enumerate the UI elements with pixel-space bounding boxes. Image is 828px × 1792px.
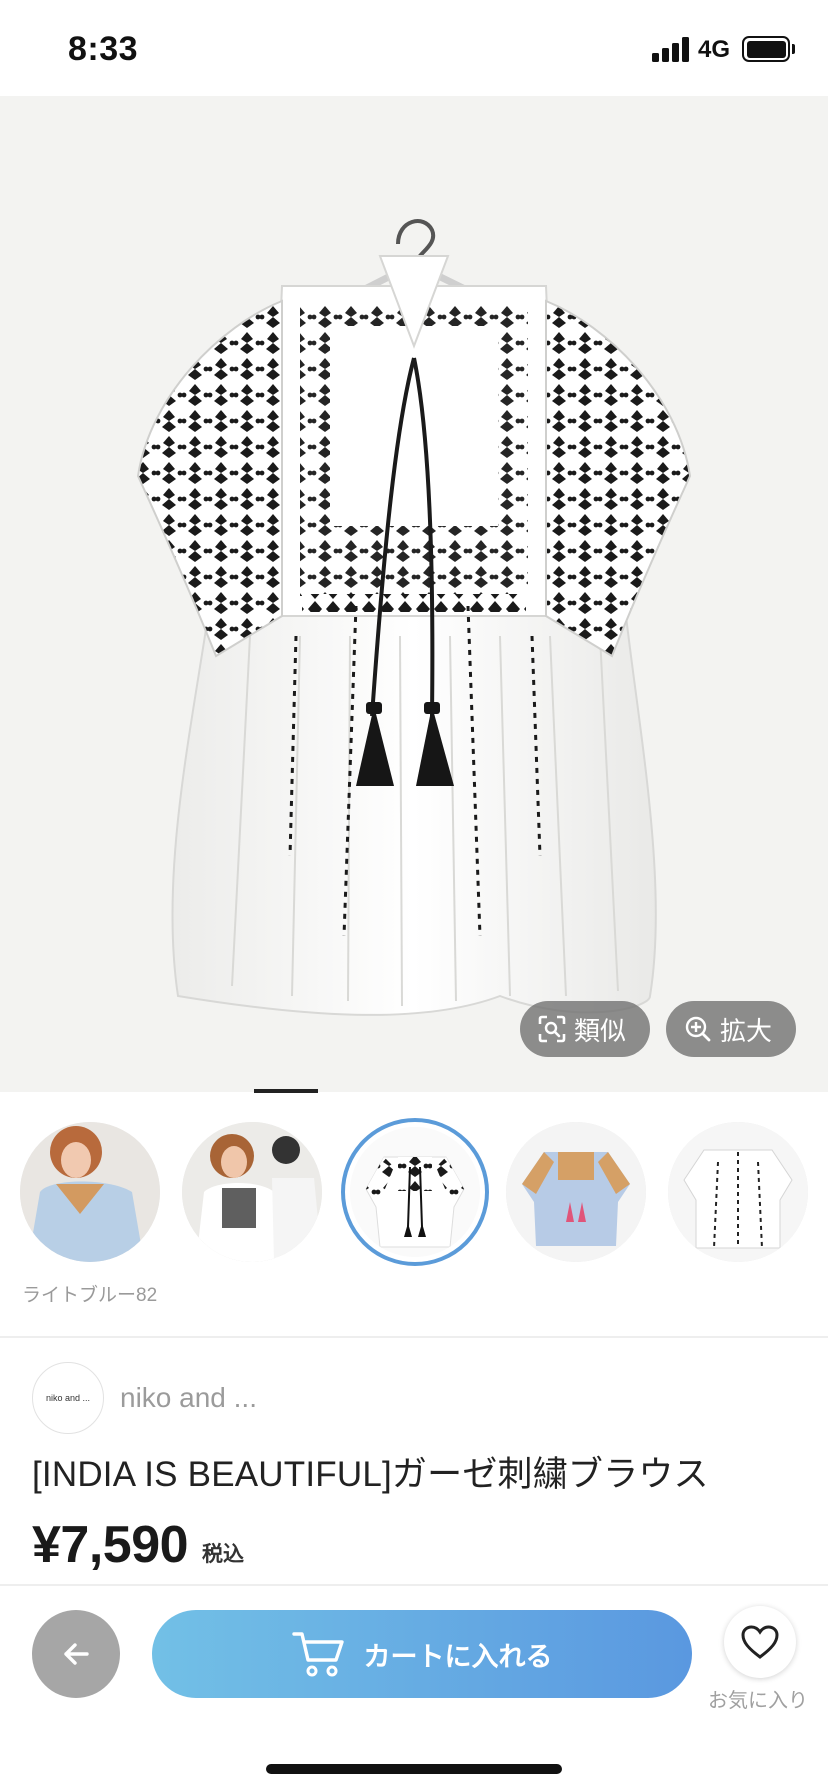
back-button[interactable] [32, 1610, 120, 1698]
thumbnail-strip: ライトブルー82 [0, 1110, 828, 1340]
scan-icon [538, 1015, 566, 1043]
status-time: 8:33 [68, 30, 139, 68]
home-indicator[interactable] [266, 1764, 562, 1774]
tax-label: 税込 [202, 1543, 244, 1566]
brand-name-link[interactable]: niko and ... [120, 1382, 257, 1414]
signal-icon [652, 36, 690, 62]
brand-logo-text: niko and ... [45, 1393, 91, 1403]
cart-icon [291, 1632, 344, 1677]
network-label: 4G [698, 36, 731, 63]
add-to-cart-label: カートに入れる [363, 1641, 553, 1672]
blouse-illustration [136, 219, 692, 1016]
arrow-left-icon [64, 1643, 89, 1665]
add-to-cart-button[interactable]: カートに入れる [152, 1610, 692, 1698]
thumb-model-white[interactable] [182, 1122, 322, 1262]
battery-icon [742, 36, 790, 62]
brand-logo[interactable]: niko and ... [32, 1362, 104, 1434]
product-image[interactable] [0, 96, 828, 1092]
zoom-button[interactable]: 拡大 [666, 1001, 796, 1057]
thumb-model-blue-1[interactable] [20, 1122, 160, 1262]
divider [0, 1336, 828, 1338]
status-bar: 8:33 4G [0, 0, 828, 96]
thumb-white-blouse-back[interactable] [668, 1122, 808, 1262]
favorite-button[interactable] [724, 1606, 796, 1678]
zoom-in-icon [685, 1016, 711, 1042]
heart-icon [741, 1625, 779, 1659]
thumb-white-blouse[interactable] [341, 1118, 489, 1266]
thumb-light-blue-blouse[interactable] [506, 1122, 646, 1262]
product-price: ¥7,590 [32, 1516, 189, 1574]
color-caption: ライトブルー82 [22, 1285, 158, 1306]
battery-cap [792, 44, 795, 54]
similar-button[interactable]: 類似 [520, 1001, 650, 1057]
image-page-indicator [254, 1089, 318, 1093]
similar-label: 類似 [574, 1015, 627, 1046]
product-title: [INDIA IS BEAUTIFUL]ガーゼ刺繍ブラウス [32, 1455, 709, 1494]
favorite-label: お気に入り [708, 1690, 808, 1712]
bottom-bar-divider [0, 1584, 828, 1586]
zoom-label: 拡大 [720, 1015, 773, 1046]
